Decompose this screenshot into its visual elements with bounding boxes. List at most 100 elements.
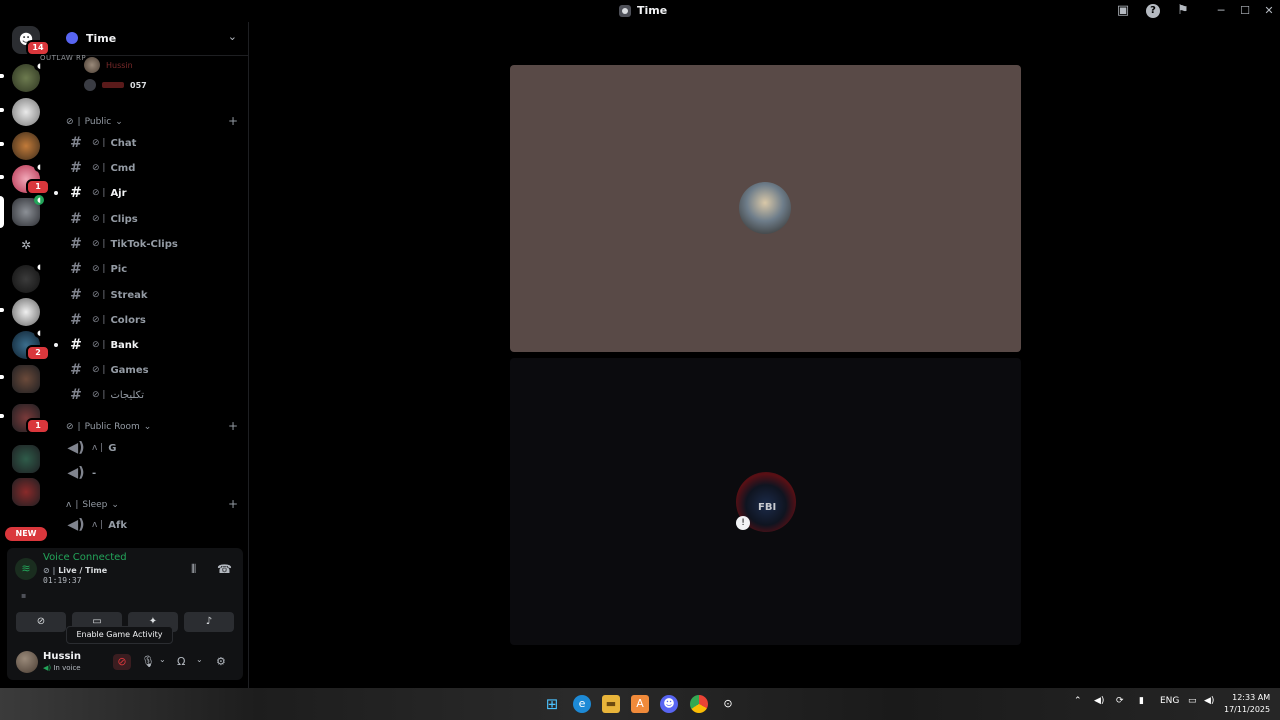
server-folder-4[interactable] <box>12 478 40 506</box>
explorer-icon[interactable]: ▬ <box>602 695 620 713</box>
activity-icon[interactable]: ⚑ <box>1175 3 1191 19</box>
channel-tiktok-clips[interactable]: # ⊘ | TikTok-Clips <box>66 233 242 255</box>
voice-status[interactable]: Voice Connected <box>43 552 127 563</box>
voice-channel-link[interactable]: ⊘ | Live / Time <box>43 566 107 575</box>
server-4[interactable]: ◖ 1 <box>0 162 50 195</box>
server-7[interactable]: ◖ <box>12 262 44 293</box>
voice-channel-icon <box>619 4 631 17</box>
network-icon[interactable]: ▭ <box>1188 696 1197 706</box>
video-tile-2[interactable]: FBI ! <box>510 358 1021 645</box>
capture-icon[interactable]: ⊙ <box>719 695 737 713</box>
avatar-label: FBI <box>758 502 777 513</box>
hash-icon: ⊘ <box>66 117 74 127</box>
server-1[interactable]: ◖ <box>0 61 44 92</box>
connection-icon[interactable]: ≋ <box>15 558 37 580</box>
guild-icon <box>66 32 78 44</box>
chevron-down-icon[interactable]: ⌄ <box>228 30 237 43</box>
hash-icon: ⊘ <box>66 422 74 432</box>
server-folder-1[interactable] <box>0 365 40 393</box>
server-6[interactable]: ✲ <box>12 231 40 259</box>
system-clock[interactable]: 12:33 AM 17/11/2025 <box>1224 692 1270 716</box>
voice-user[interactable]: Hussin <box>84 57 133 73</box>
sync-icon[interactable]: ⟳ <box>1116 696 1124 706</box>
close-button[interactable]: ✕ <box>1258 2 1280 20</box>
category-name: Public <box>84 117 112 127</box>
category-public-room[interactable]: ⊘ | Public Room ⌄ + <box>66 419 238 434</box>
channel-arabic[interactable]: # ⊘ | تكليجات <box>66 384 242 406</box>
minimize-button[interactable]: ─ <box>1210 2 1232 20</box>
channel-colors[interactable]: # ⊘ | Colors <box>66 309 242 331</box>
speaker-icon: ◖ <box>34 195 44 205</box>
hash-icon: # <box>70 287 82 303</box>
guild-name: Time <box>86 32 117 45</box>
channel-ajr[interactable]: # ⊘ | Ajr <box>54 182 242 204</box>
windows-icon[interactable]: ⊞ <box>543 695 561 713</box>
gear-icon[interactable]: ⚙ <box>216 655 226 668</box>
chrome-icon[interactable] <box>690 695 708 713</box>
camera-off-icon[interactable]: ⊘ <box>16 612 66 632</box>
speaker-icon: ◖ <box>34 262 44 272</box>
voice-user[interactable]: 057 <box>84 79 147 91</box>
noise-suppression-icon[interactable]: ⦀ <box>191 562 196 577</box>
window-title: Time <box>619 4 667 17</box>
speaker-icon: ◖ <box>34 162 44 172</box>
mic-icon[interactable]: ▮ <box>1139 696 1144 706</box>
language-indicator[interactable]: ENG <box>1160 696 1179 706</box>
discord-icon[interactable]: ☻ <box>660 695 678 713</box>
speaker-icon: ◀) <box>67 465 85 481</box>
video-tile-1[interactable] <box>510 65 1021 352</box>
user-panel: Hussin ◀) In voice ⊘ 🎙 ⌄ Ω ⌄ ⚙ <box>7 646 243 680</box>
voice-channel-afk[interactable]: ◀) ʌ | Afk <box>66 514 242 536</box>
hash-icon: # <box>70 387 82 403</box>
guild-header[interactable]: Time ⌄ OUTLAW RP <box>40 22 249 62</box>
avatar <box>84 57 100 73</box>
avatar[interactable] <box>16 651 38 673</box>
app-icon[interactable]: A <box>631 695 649 713</box>
server-9-badge: 2 <box>26 345 50 361</box>
speaker-icon[interactable]: ◀) <box>1094 696 1104 706</box>
voice-timer: 01:19:37 <box>43 576 82 585</box>
hash-icon: # <box>70 337 82 353</box>
channel-pic[interactable]: # ⊘ | Pic <box>66 258 242 280</box>
channel-games[interactable]: # ⊘ | Games <box>66 359 242 381</box>
home-button[interactable]: ☻ 14 <box>12 26 50 56</box>
mic-icon[interactable]: 🎙 <box>141 655 155 668</box>
hash-icon: # <box>70 211 82 227</box>
server-active[interactable]: ◖ <box>0 195 44 228</box>
volume-icon[interactable]: ◀) <box>1204 696 1214 706</box>
chevron-up-icon[interactable]: ⌃ <box>1074 696 1082 706</box>
soundboard-icon[interactable]: ♪ <box>184 612 234 632</box>
server-3[interactable] <box>0 132 40 160</box>
server-8[interactable] <box>0 298 40 326</box>
help-icon[interactable]: ? <box>1146 4 1160 18</box>
category-sleep[interactable]: ʌ | Sleep ⌄ + <box>66 497 238 512</box>
chevron-down-icon[interactable]: ⌄ <box>196 655 203 664</box>
channel-cmd[interactable]: # ⊘ | Cmd <box>66 157 242 179</box>
voice-channel-g[interactable]: ◀) ʌ | G <box>66 437 242 459</box>
window-title-text: Time <box>637 4 668 17</box>
server-9[interactable]: ◖ 2 <box>12 328 50 361</box>
title-bar: Time ▣ ? ⚑ ─ ☐ ✕ <box>0 0 1280 22</box>
inbox-icon[interactable]: ▣ <box>1115 3 1131 19</box>
hangup-icon[interactable]: ☎ <box>217 562 232 576</box>
server-folder-2[interactable]: 1 <box>0 404 50 434</box>
channel-chat[interactable]: # ⊘ | Chat <box>66 132 242 154</box>
new-servers-pill[interactable]: NEW <box>5 527 47 541</box>
game-activity-off-icon[interactable]: ⊘ <box>113 654 131 670</box>
add-channel-button[interactable]: + <box>228 419 238 433</box>
voice-channel-dash[interactable]: ◀) - <box>66 462 242 484</box>
user-name[interactable]: Hussin <box>43 651 81 662</box>
channel-streak[interactable]: # ⊘ | Streak <box>66 284 242 306</box>
windows-taskbar: ⊞ e ▬ A ☻ ⊙ ⌃ ◀) ⟳ ▮ ENG ▭ ◀) 12:33 AM 1… <box>0 688 1280 720</box>
add-channel-button[interactable]: + <box>228 497 238 511</box>
maximize-button[interactable]: ☐ <box>1234 2 1256 20</box>
edge-icon[interactable]: e <box>573 695 591 713</box>
channel-bank[interactable]: # ⊘ | Bank <box>54 334 242 356</box>
server-folder-3[interactable] <box>12 445 40 473</box>
add-channel-button[interactable]: + <box>228 114 238 128</box>
channel-clips[interactable]: # ⊘ | Clips <box>66 208 242 230</box>
category-public[interactable]: ⊘ | Public ⌄ + <box>66 114 238 129</box>
headphones-icon[interactable]: Ω <box>177 655 185 668</box>
server-2[interactable] <box>0 98 40 126</box>
chevron-down-icon[interactable]: ⌄ <box>159 655 166 664</box>
